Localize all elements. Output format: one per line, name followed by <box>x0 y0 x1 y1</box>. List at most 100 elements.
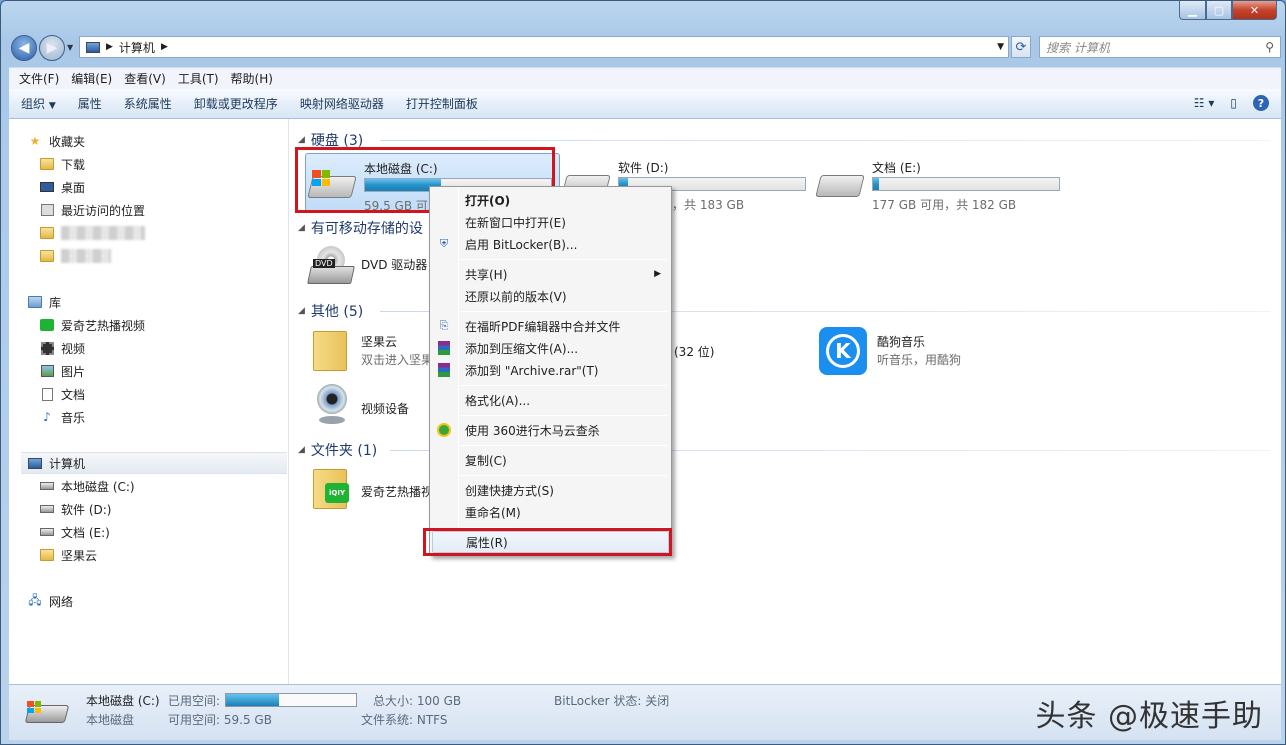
menu-item-add-archive[interactable]: 添加到压缩文件(A)... <box>432 337 669 359</box>
chevron-down-icon[interactable]: ▼ <box>997 42 1004 52</box>
breadcrumb-chevron-icon[interactable]: ▶ <box>106 42 113 52</box>
menu-file[interactable]: 文件(F) <box>13 70 65 87</box>
nav-computer[interactable]: 计算机 <box>21 452 287 474</box>
breadcrumb-chevron-icon[interactable]: ▶ <box>161 42 168 52</box>
group-header-other[interactable]: ◢ 其他 (5) <box>298 301 363 321</box>
nav-lib-iqiyi[interactable]: 爱奇艺热播视频 <box>39 315 145 335</box>
drive-e[interactable]: 文档 (E:) 177 GB 可用，共 182 GB <box>814 153 1069 213</box>
drive-name: 文档 (E:) <box>872 161 921 175</box>
computer-icon <box>27 455 43 471</box>
nav-drive-d[interactable]: 软件 (D:) <box>39 499 111 519</box>
nav-lib-music[interactable]: ♪ 音乐 <box>39 407 85 427</box>
group-label: 有可移动存储的设 <box>310 221 423 237</box>
menu-help[interactable]: 帮助(H) <box>225 70 279 87</box>
menu-bar: 文件(F) 编辑(E) 查看(V) 工具(T) 帮助(H) <box>9 67 1281 89</box>
menu-item-add-rar[interactable]: 添加到 "Archive.rar"(T) <box>432 359 669 381</box>
address-bar[interactable]: ▶ 计算机 ▶ ▼ <box>79 36 1009 58</box>
breadcrumb-computer[interactable]: 计算机 <box>119 39 155 56</box>
nav-recent[interactable]: 最近访问的位置 <box>39 200 145 220</box>
submenu-arrow-icon: ▶ <box>654 269 661 279</box>
nav-drive-c[interactable]: 本地磁盘 (C:) <box>39 476 135 496</box>
menu-separator <box>460 475 667 476</box>
minimize-button[interactable]: ▁ <box>1179 1 1206 20</box>
nav-lib-pictures[interactable]: 图片 <box>39 361 85 381</box>
refresh-icon: ⟳ <box>1015 39 1027 55</box>
group-header-removable[interactable]: ◢ 有可移动存储的设 <box>298 218 423 238</box>
group-header-folders[interactable]: ◢ 文件夹 (1) <box>298 440 377 460</box>
item-name: (32 位) <box>674 345 715 359</box>
nav-label: 图片 <box>61 364 86 379</box>
folder-icon <box>309 327 353 371</box>
nav-jianguoyun[interactable]: 坚果云 <box>39 545 97 565</box>
group-divider <box>380 140 1270 141</box>
help-icon[interactable]: ? <box>1253 95 1269 111</box>
preview-pane-icon[interactable]: ▯ <box>1230 96 1237 110</box>
nav-drive-e[interactable]: 文档 (E:) <box>39 522 110 542</box>
menu-edit[interactable]: 编辑(E) <box>65 70 118 87</box>
menu-item-copy[interactable]: 复制(C) <box>432 449 669 471</box>
nav-label: 计算机 <box>49 456 86 471</box>
menu-item-share[interactable]: 共享(H) ▶ <box>432 263 669 285</box>
menu-item-create-shortcut[interactable]: 创建快捷方式(S) <box>432 479 669 501</box>
desktop-icon <box>39 179 55 195</box>
nav-label: 收藏夹 <box>49 134 86 149</box>
menu-item-open[interactable]: 打开(O) <box>432 189 669 211</box>
maximize-button[interactable]: ▢ <box>1206 1 1232 20</box>
close-button[interactable]: ✕ <box>1232 1 1277 20</box>
status-drive-type: 本地磁盘 <box>86 713 135 727</box>
nav-library[interactable]: 库 <box>27 292 61 312</box>
folder-icon <box>39 225 55 241</box>
watermark-text: 头条 @极速手助 <box>1035 699 1263 734</box>
status-usage-bar <box>225 693 357 707</box>
winrar-icon <box>436 362 452 378</box>
properties-button[interactable]: 属性 <box>78 95 112 112</box>
nav-downloads[interactable]: 下载 <box>39 154 85 174</box>
dvd-badge: DVD <box>313 259 335 268</box>
map-network-drive-button[interactable]: 映射网络驱动器 <box>300 95 394 112</box>
forward-button[interactable]: ▶ <box>39 35 65 61</box>
organize-button[interactable]: 组织 ▼ <box>21 95 66 112</box>
recent-places-icon <box>39 202 55 218</box>
menu-item-360-scan[interactable]: 使用 360进行木马云查杀 <box>432 419 669 441</box>
nav-label: 文档 <box>61 387 86 402</box>
system-properties-button[interactable]: 系统属性 <box>124 95 182 112</box>
menu-item-bitlocker[interactable]: ⛨ 启用 BitLocker(B)... <box>432 233 669 255</box>
recent-pages-dropdown[interactable]: ▼ <box>67 43 73 52</box>
menu-item-rename[interactable]: 重命名(M) <box>432 501 669 523</box>
nav-blurred-1[interactable] <box>39 223 145 243</box>
search-icon[interactable]: ⚲ <box>1265 40 1274 54</box>
collapse-triangle-icon: ◢ <box>298 135 305 145</box>
view-options-icon[interactable]: ☷ ▾ <box>1194 96 1215 110</box>
nav-blurred-2[interactable] <box>39 246 111 266</box>
music-icon: ♪ <box>43 410 51 424</box>
menu-item-format[interactable]: 格式化(A)... <box>432 389 669 411</box>
refresh-button[interactable]: ⟳ <box>1011 36 1031 58</box>
navigation-pane[interactable]: ★ 收藏夹 下载 桌面 最近访问的位置 库 爱奇艺热播视频 视频 图片 文档 ♪ 音… <box>9 119 289 684</box>
nav-lib-documents[interactable]: 文档 <box>39 384 85 404</box>
search-input[interactable]: 搜索 计算机 ⚲ <box>1039 36 1281 58</box>
menu-view[interactable]: 查看(V) <box>118 70 172 87</box>
group-label: 其他 (5) <box>310 304 364 320</box>
menu-separator <box>460 311 667 312</box>
nav-lib-videos[interactable]: 视频 <box>39 338 85 358</box>
item-name: 视频设备 <box>361 402 410 416</box>
item-name: 爱奇艺热播视 <box>361 485 434 499</box>
nav-label: 下载 <box>61 157 86 172</box>
menu-item-restore[interactable]: 还原以前的版本(V) <box>432 285 669 307</box>
open-control-panel-button[interactable]: 打开控制面板 <box>406 95 488 112</box>
back-button[interactable]: ◀ <box>11 35 37 61</box>
nav-label: 视频 <box>61 341 86 356</box>
nav-desktop[interactable]: 桌面 <box>39 177 85 197</box>
title-bar[interactable]: ▁ ▢ ✕ <box>1 1 1285 31</box>
nav-label: 坚果云 <box>61 548 98 563</box>
item-kugou[interactable]: K 酷狗音乐 听音乐，用酷狗 <box>815 327 1035 375</box>
menu-tools[interactable]: 工具(T) <box>172 70 225 87</box>
menu-item-pdf-merge[interactable]: ⎘ 在福昕PDF编辑器中合并文件 <box>432 315 669 337</box>
status-total-size: 总大小: 100 GB <box>373 694 462 708</box>
arrow-right-icon: ▶ <box>46 40 58 56</box>
uninstall-button[interactable]: 卸载或更改程序 <box>194 95 288 112</box>
nav-network[interactable]: 🖧 网络 <box>27 591 73 611</box>
nav-favorites[interactable]: ★ 收藏夹 <box>27 131 85 151</box>
menu-label: 启用 BitLocker(B)... <box>465 237 578 252</box>
menu-item-open-new-window[interactable]: 在新窗口中打开(E) <box>432 211 669 233</box>
